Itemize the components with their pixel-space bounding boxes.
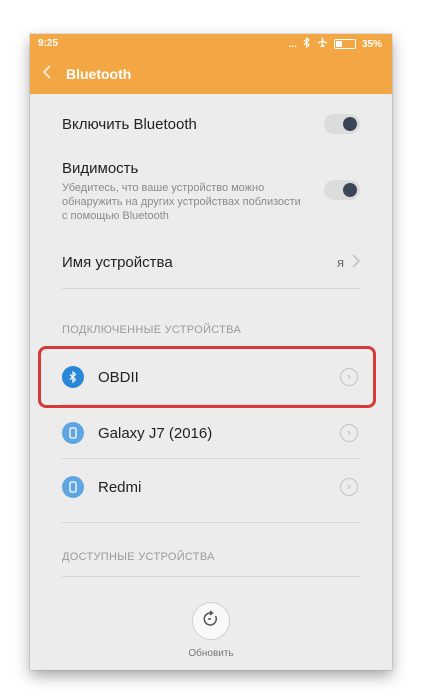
toggle-knob: [343, 117, 357, 131]
refresh-button[interactable]: [192, 602, 230, 640]
visibility-description: Убедитесь, что ваше устройство можно обн…: [62, 182, 301, 222]
device-name: Galaxy J7 (2016): [98, 424, 213, 442]
divider: [62, 404, 360, 405]
enable-bluetooth-row[interactable]: Включить Bluetooth: [62, 112, 360, 136]
device-name-value: я: [336, 254, 344, 270]
chevron-left-icon[interactable]: [42, 64, 52, 85]
enable-bluetooth-toggle[interactable]: [324, 114, 360, 134]
device-details-button[interactable]: ›: [340, 424, 358, 442]
battery-icon: [333, 39, 356, 49]
device-name: Redmi: [98, 478, 142, 496]
bluetooth-icon: [62, 366, 84, 388]
status-time: 9:25: [38, 38, 59, 49]
toggle-knob: [343, 183, 357, 197]
status-bar: 9:25 ... 35%: [30, 34, 392, 54]
divider: [62, 458, 360, 459]
more-dots-icon: ...: [288, 38, 297, 50]
visibility-label: Видимость: [62, 160, 139, 177]
connected-devices-header: ПОДКЛЮЧЕННЫЕ УСТРОЙСТВА: [62, 324, 242, 336]
app-bar: Bluetooth: [30, 54, 392, 94]
battery-percent: 35%: [361, 38, 382, 50]
bluetooth-icon: [303, 36, 311, 51]
device-name-row[interactable]: Имя устройства я: [62, 250, 360, 274]
available-devices-header: ДОСТУПНЫЕ УСТРОЙСТВА: [62, 551, 215, 563]
device-item-obdii[interactable]: OBDII ›: [62, 365, 360, 389]
phone-icon: [62, 422, 84, 444]
device-name-label: Имя устройства: [62, 253, 173, 271]
device-details-button[interactable]: ›: [340, 478, 358, 496]
divider: [62, 576, 360, 577]
divider: [62, 522, 360, 523]
device-item-redmi[interactable]: Redmi ›: [62, 475, 360, 499]
refresh-label: Обновить: [188, 648, 234, 659]
chevron-right-icon: [352, 254, 360, 273]
phone-screen: 9:25 ... 35% Bluetooth Включить Bluetoot…: [30, 34, 392, 670]
visibility-row[interactable]: Видимость Убедитесь, что ваше устройство…: [62, 160, 360, 224]
refresh-icon: [202, 609, 220, 633]
visibility-toggle[interactable]: [324, 180, 360, 200]
airplane-icon: [317, 37, 328, 51]
device-item-galaxy-j7[interactable]: Galaxy J7 (2016) ›: [62, 421, 360, 445]
phone-icon: [62, 476, 84, 498]
status-icons: ... 35%: [288, 36, 382, 51]
divider: [62, 288, 360, 289]
device-details-button[interactable]: ›: [340, 368, 358, 386]
device-name: OBDII: [98, 368, 139, 386]
enable-bluetooth-label: Включить Bluetooth: [62, 115, 197, 133]
page-title: Bluetooth: [66, 66, 132, 82]
